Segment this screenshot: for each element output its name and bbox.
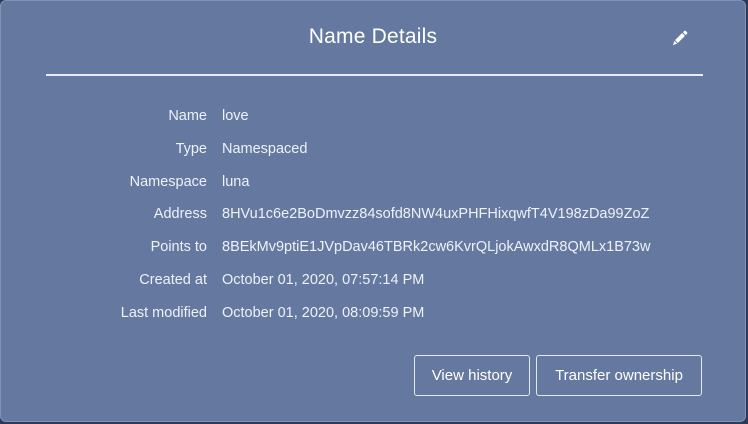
detail-row-created-at: Created at October 01, 2020, 07:57:14 PM — [1, 272, 747, 292]
detail-label: Last modified — [120, 305, 207, 321]
pencil-icon — [672, 30, 688, 46]
view-history-button[interactable]: View history — [414, 355, 530, 396]
detail-label: Namespace — [129, 174, 207, 190]
title-divider — [46, 74, 703, 76]
detail-value: Namespaced — [222, 141, 308, 157]
detail-value: 8HVu1c6e2BoDmvzz84sofd8NW4uxPHFHixqwfT4V… — [222, 206, 650, 222]
detail-label: Points to — [150, 239, 207, 255]
detail-label: Type — [175, 141, 207, 157]
detail-value: love — [222, 108, 249, 124]
detail-row-namespace: Namespace luna — [1, 174, 747, 194]
detail-row-name: Name love — [1, 108, 747, 128]
transfer-ownership-button[interactable]: Transfer ownership — [536, 355, 702, 396]
detail-value: October 01, 2020, 08:09:59 PM — [222, 305, 425, 321]
detail-row-last-modified: Last modified October 01, 2020, 08:09:59… — [1, 305, 747, 325]
detail-label: Name — [168, 108, 207, 124]
detail-label: Address — [153, 206, 207, 222]
detail-row-points-to: Points to 8BEkMv9ptiE1JVpDav46TBRk2cw6Kv… — [1, 239, 747, 259]
detail-value: 8BEkMv9ptiE1JVpDav46TBRk2cw6KvrQLjokAwxd… — [222, 239, 651, 255]
detail-row-address: Address 8HVu1c6e2BoDmvzz84sofd8NW4uxPHFH… — [1, 206, 747, 226]
dialog-title: Name Details — [308, 25, 438, 48]
edit-button[interactable] — [669, 27, 691, 49]
name-details-dialog: Name Details Name love Type Namespaced N… — [0, 0, 746, 422]
detail-row-type: Type Namespaced — [1, 141, 747, 161]
detail-label: Created at — [139, 272, 207, 288]
detail-value: luna — [222, 174, 250, 190]
detail-value: October 01, 2020, 07:57:14 PM — [222, 272, 425, 288]
